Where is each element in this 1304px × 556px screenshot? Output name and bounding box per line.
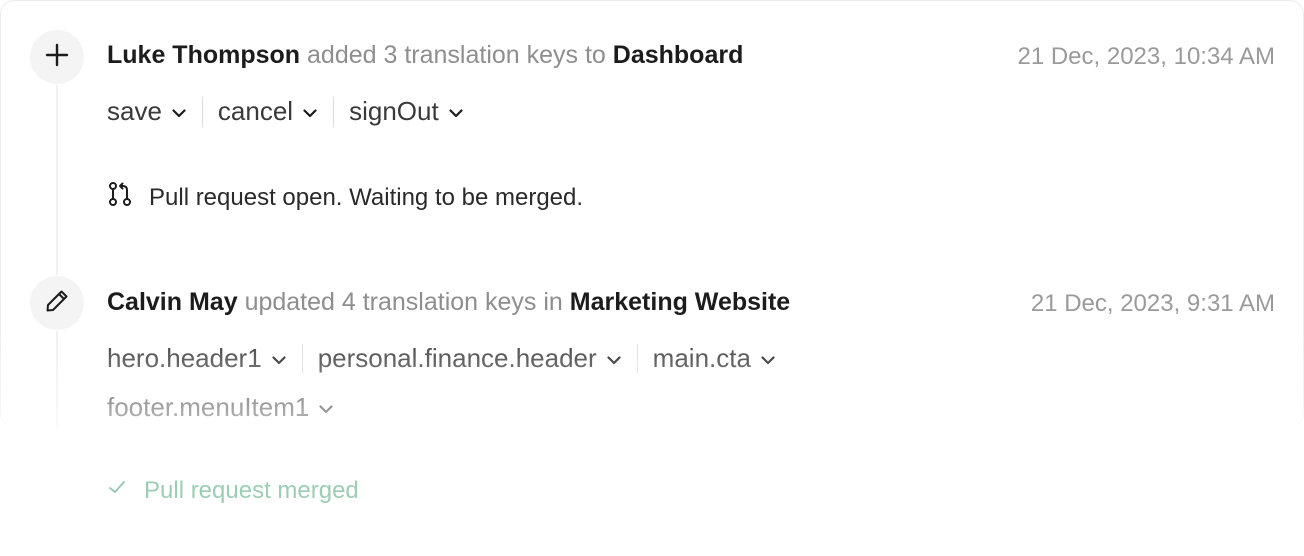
chevron-down-icon	[761, 341, 775, 372]
activity-title: Luke Thompson added 3 translation keys t…	[107, 41, 743, 70]
translation-key-label: cancel	[217, 96, 294, 126]
translation-keys-list: save cancel signOut	[107, 96, 463, 127]
edit-event-badge	[30, 276, 84, 330]
pull-request-status: Pull request merged	[106, 476, 359, 505]
project-name-link[interactable]: Dashboard	[613, 41, 744, 69]
chevron-down-icon	[449, 94, 463, 125]
user-name-link[interactable]: Luke Thompson	[107, 41, 300, 69]
add-event-badge	[30, 30, 84, 84]
key-separator	[301, 343, 303, 374]
activity-title: Calvin May updated 4 translation keys in…	[107, 288, 790, 317]
plus-icon	[44, 42, 70, 73]
translation-key-label: save	[107, 96, 162, 126]
chevron-down-icon	[319, 390, 333, 421]
timeline-connector	[56, 331, 58, 427]
pencil-icon	[44, 288, 70, 319]
translation-keys-list: footer.menuItem1	[107, 392, 333, 423]
pull-request-status-text: Pull request merged	[144, 476, 359, 504]
translation-key-label: signOut	[349, 96, 439, 126]
translation-key-label: personal.finance.header	[317, 343, 597, 373]
pull-request-icon	[107, 181, 133, 214]
pull-request-status: Pull request open. Waiting to be merged.	[107, 181, 583, 214]
translation-key-label: hero.header1	[107, 343, 262, 373]
activity-timestamp: 21 Dec, 2023, 10:34 AM	[1017, 43, 1275, 70]
timeline-connector	[56, 85, 58, 275]
activity-action-text: added 3 translation keys to	[307, 41, 606, 69]
activity-action-text: updated 4 translation keys in	[244, 288, 563, 316]
translation-key-dropdown[interactable]: save	[107, 96, 186, 127]
project-name-link[interactable]: Marketing Website	[570, 288, 790, 316]
translation-key-dropdown[interactable]: cancel	[218, 96, 317, 127]
translation-key-dropdown[interactable]: hero.header1	[107, 343, 286, 374]
translation-key-label: footer.menuItem1	[107, 392, 310, 422]
translation-key-dropdown[interactable]: footer.menuItem1	[107, 392, 333, 423]
translation-key-dropdown[interactable]: main.cta	[653, 343, 775, 374]
pull-request-status-text: Pull request open. Waiting to be merged.	[149, 183, 584, 211]
key-separator	[333, 96, 335, 127]
chevron-down-icon	[272, 341, 286, 372]
activity-card: Luke Thompson added 3 translation keys t…	[0, 0, 1304, 427]
chevron-down-icon	[303, 94, 317, 125]
translation-key-dropdown[interactable]: signOut	[349, 96, 463, 127]
chevron-down-icon	[607, 341, 621, 372]
translation-keys-list: hero.header1 personal.finance.header mai…	[107, 343, 775, 374]
check-icon	[106, 476, 128, 505]
chevron-down-icon	[172, 94, 186, 125]
key-separator	[201, 96, 203, 127]
key-separator	[636, 343, 638, 374]
translation-key-dropdown[interactable]: personal.finance.header	[318, 343, 621, 374]
user-name-link[interactable]: Calvin May	[107, 288, 238, 316]
translation-key-label: main.cta	[652, 343, 751, 373]
activity-timestamp: 21 Dec, 2023, 9:31 AM	[1030, 290, 1275, 317]
